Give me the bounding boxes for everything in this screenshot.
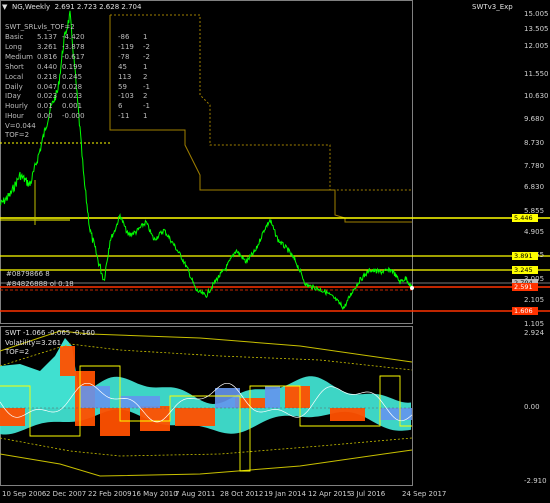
osc-blue-block	[265, 386, 280, 408]
stats-cell-v4: 1	[143, 112, 148, 121]
indicator-label: SWTv3_Exp	[472, 3, 513, 11]
time-axis-label: 19 Jan 2014	[264, 490, 306, 498]
price-y-tick: 13.505	[524, 25, 549, 33]
stats-cell-v2: 0.199	[62, 62, 83, 71]
osc-blue-block	[380, 408, 412, 420]
price-y-tick: 12.005	[524, 42, 549, 50]
stats-cell-v1: 0.816	[37, 52, 58, 61]
osc-orange-block	[0, 408, 25, 426]
stats-cell-name: Medium	[5, 52, 33, 61]
stats-cell-v1: 3.261	[37, 42, 58, 51]
stats-cell-v4: -2	[143, 52, 150, 61]
osc-y-tick: 2.924	[524, 329, 545, 337]
osc-orange-block	[60, 346, 75, 376]
current-price-marker	[410, 286, 414, 290]
osc-orange-block	[330, 408, 365, 421]
price-tag: 3.245	[512, 266, 538, 274]
stats-cell-v4: 2	[143, 92, 148, 101]
stats-cell-v3: 113	[118, 72, 132, 81]
stats-cell-v4: -1	[143, 102, 150, 111]
stats-cell-v2: 0.001	[62, 102, 83, 111]
stats-cell-v1: 0.00	[37, 112, 53, 121]
price-tag: 3.891	[512, 252, 538, 260]
price-y-tick: 7.780	[524, 162, 545, 170]
stats-cell-name: IDay	[5, 92, 21, 101]
stats-cell-v1: 0.047	[37, 82, 58, 91]
stats-cell-v1: 0.01	[37, 102, 53, 111]
tof-label: TOF=2	[5, 131, 30, 139]
stats-cell-v3: -103	[118, 92, 134, 101]
osc-blue-block	[80, 386, 110, 408]
oscillator-chart[interactable]	[0, 326, 550, 486]
stats-cell-v1: 0.218	[37, 72, 58, 81]
chart-title: NG,Weekly 2.691 2.723 2.628 2.704	[12, 3, 142, 11]
stats-cell-name: Daily	[5, 82, 23, 91]
time-axis-label: 22 Feb 2009	[88, 490, 132, 498]
stats-cell-v2: -3.878	[62, 42, 85, 51]
osc-orange-block	[175, 408, 215, 426]
osc-title: SWT -1.066 -0.065 -0.160	[5, 329, 96, 337]
stats-cell-v4: 2	[143, 72, 148, 81]
stats-cell-v3: -78	[118, 52, 130, 61]
stats-cell-name: Local	[5, 72, 24, 81]
price-y-tick: 6.830	[524, 183, 545, 191]
price-tag: 2.591	[512, 283, 538, 291]
price-y-tick: 9.680	[524, 115, 545, 123]
osc-orange-block	[100, 408, 130, 436]
stats-cell-v3: 6	[118, 102, 123, 111]
stats-cell-v3: -119	[118, 42, 134, 51]
chart-title-icon: ▼	[2, 3, 8, 11]
price-tag: 5.446	[512, 214, 538, 222]
time-axis-label: 10 Sep 2006	[2, 490, 47, 498]
stats-cell-v4: 1	[143, 33, 148, 41]
stats-cell-v2: -4.420	[62, 33, 85, 41]
stats-cell-v1: 5.137	[37, 33, 58, 41]
time-axis-label: 3 Jul 2016	[350, 490, 386, 498]
price-y-tick: 11.550	[524, 70, 549, 78]
osc-tof-label: TOF=2	[5, 348, 30, 356]
price-tag: 1.606	[512, 307, 538, 315]
stats-cell-v2: 0.245	[62, 72, 83, 81]
osc-blue-block	[215, 388, 240, 408]
time-axis-label: 7 Aug 2011	[175, 490, 216, 498]
price-y-tick: 2.105	[524, 296, 545, 304]
price-y-tick: 15.005	[524, 10, 549, 18]
time-axis-label: 12 Apr 2015	[308, 490, 352, 498]
osc-y-tick: 0.00	[524, 403, 540, 411]
cluster-label-2: #84826888 ol 0.18	[6, 280, 74, 288]
stats-cell-name: Long	[5, 42, 22, 51]
stats-cell-v1: 0.440	[37, 62, 58, 71]
volatility-label: Volatility=3.261	[5, 339, 62, 347]
stats-cell-v4: 1	[143, 62, 148, 71]
price-y-tick: 10.630	[524, 92, 549, 100]
osc-y-tick: -2.910	[524, 477, 547, 485]
price-y-tick: 4.905	[524, 228, 545, 236]
stats-cell-v2: -0.000	[62, 112, 85, 121]
osc-blue-block	[120, 396, 160, 408]
v-label: V=0.044	[5, 122, 36, 130]
stats-cell-v2: -0.617	[62, 52, 85, 61]
overlay-title: SWT_SRLvls_TOF=2	[5, 23, 75, 31]
stats-cell-v2: 0.028	[62, 82, 83, 91]
price-y-tick: 8.730	[524, 139, 545, 147]
stats-cell-name: Hourly	[5, 102, 28, 111]
time-axis-label: 2 Dec 2007	[46, 490, 87, 498]
stats-cell-v3: -86	[118, 33, 130, 41]
stats-cell-v4: -1	[143, 82, 150, 91]
time-axis-label: 24 Sep 2017	[402, 490, 447, 498]
stats-cell-name: Short	[5, 62, 24, 71]
stats-cell-v3: 59	[118, 82, 127, 91]
stats-cell-v4: -2	[143, 42, 150, 51]
stats-cell-name: Basic	[5, 33, 24, 41]
stats-cell-v1: 0.023	[37, 92, 58, 101]
time-axis-label: 28 Oct 2012	[220, 490, 264, 498]
stats-cell-v2: 0.023	[62, 92, 83, 101]
osc-orange-block	[285, 386, 310, 408]
cluster-label-1: #0879866 8	[6, 270, 50, 278]
time-axis-label: 16 May 2010	[132, 490, 178, 498]
osc-orange-block	[140, 406, 170, 431]
stats-cell-name: IHour	[5, 112, 24, 121]
stats-cell-v3: -11	[118, 112, 130, 121]
stats-cell-v3: 45	[118, 62, 127, 71]
